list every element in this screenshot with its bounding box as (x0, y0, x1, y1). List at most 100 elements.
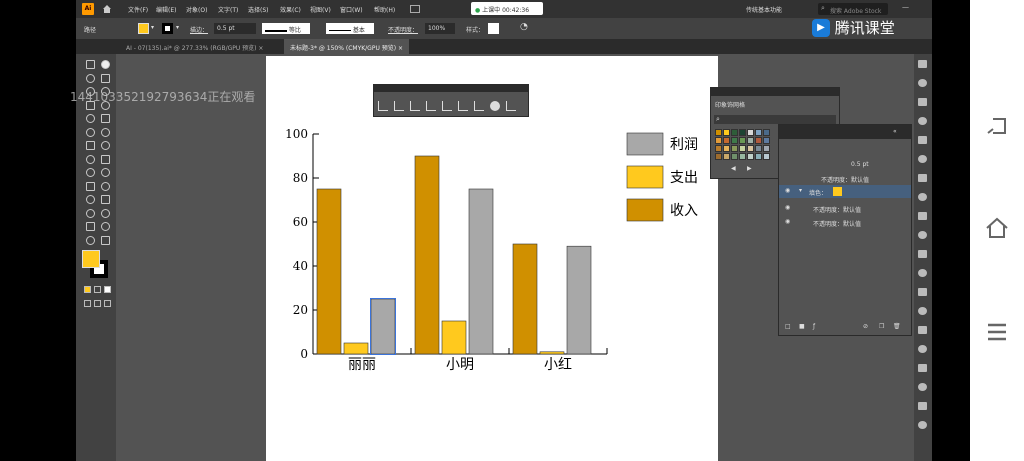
stacked-bar-icon[interactable] (426, 101, 436, 111)
fill-swatch[interactable] (833, 187, 842, 196)
bar-支出-小红[interactable] (539, 351, 565, 355)
recolor-icon[interactable]: ◔ (520, 22, 528, 32)
eraser-icon[interactable] (101, 127, 110, 137)
layout-icon[interactable] (410, 5, 420, 13)
dock-panel-icon[interactable] (918, 79, 927, 87)
bar-利润-小明[interactable] (468, 188, 494, 355)
pie-graph-icon[interactable] (490, 101, 500, 111)
tab-document-1[interactable]: AI - 07(135).ai* @ 277.33% (RGB/GPU 预览) … (120, 39, 269, 54)
color-swatch[interactable] (739, 145, 746, 152)
opacity-field[interactable]: 100% (425, 23, 455, 34)
visibility-eye-icon[interactable]: ◉ (785, 187, 790, 194)
add-effect-icon[interactable]: ƒ (813, 323, 815, 330)
rotate-tool-icon[interactable] (86, 141, 95, 150)
color-swatch[interactable] (723, 153, 730, 160)
rectangle-tool-icon[interactable] (86, 114, 95, 123)
stroke-color-swatch[interactable] (162, 23, 173, 34)
dock-panel-icon[interactable] (918, 402, 927, 410)
menu-object[interactable]: 对象(O) (186, 5, 207, 14)
color-swatch[interactable] (763, 153, 770, 160)
panel-header[interactable] (711, 88, 839, 96)
visibility-eye-icon[interactable]: ◉ (785, 218, 790, 225)
dock-panel-icon[interactable] (918, 345, 927, 353)
selection-tool-icon[interactable] (86, 60, 95, 69)
trash-icon[interactable]: 🗑 (893, 323, 901, 330)
more-tools-icon[interactable] (104, 300, 111, 307)
dock-panel-icon[interactable] (918, 212, 927, 220)
bar-支出-小明[interactable] (441, 320, 467, 355)
fill-color-box[interactable] (82, 250, 100, 268)
next-library-icon[interactable]: ▶ (747, 165, 752, 172)
chevron-down-icon[interactable]: ▾ (176, 24, 179, 31)
bar-利润-小红[interactable] (566, 245, 592, 355)
blend-icon[interactable] (101, 195, 110, 204)
clear-appearance-icon[interactable]: ⊘ (863, 323, 868, 330)
color-swatch[interactable] (763, 137, 770, 144)
shaper-icon[interactable] (86, 127, 95, 137)
brush-definition[interactable]: 基本 (326, 23, 374, 34)
stroke-weight-field[interactable]: 0.5 pt (214, 23, 256, 34)
color-swatch[interactable] (715, 153, 722, 160)
dock-panel-icon[interactable] (918, 307, 927, 315)
bar-graph-icon[interactable] (410, 101, 420, 111)
prev-library-icon[interactable]: ◀ (731, 165, 736, 172)
tab-document-2[interactable]: 未标题-3* @ 150% (CMYK/GPU 预览) × (284, 39, 410, 54)
artboard-tool-icon[interactable] (86, 222, 95, 231)
home-icon[interactable] (102, 4, 112, 14)
width-tool-icon[interactable] (86, 154, 95, 164)
color-swatch[interactable] (715, 137, 722, 144)
dock-panel-icon[interactable] (918, 98, 927, 106)
color-swatch[interactable] (731, 145, 738, 152)
lasso-icon[interactable] (101, 73, 110, 83)
color-swatch[interactable] (747, 129, 754, 136)
swatch-search-field[interactable]: ⌕ (714, 115, 836, 124)
symbol-sprayer-icon[interactable] (86, 208, 95, 218)
zoom-tool-icon[interactable] (101, 235, 110, 245)
dock-panel-icon[interactable] (918, 117, 927, 125)
magic-wand-icon[interactable] (86, 73, 95, 83)
column-graph-icon[interactable] (378, 101, 388, 111)
panel-header[interactable]: « (779, 125, 911, 139)
dock-panel-icon[interactable] (918, 136, 927, 144)
color-swatch[interactable] (755, 145, 762, 152)
color-swatch[interactable] (739, 137, 746, 144)
menu-effect[interactable]: 效果(C) (280, 5, 301, 14)
none-mode-icon[interactable] (104, 286, 111, 293)
dock-panel-icon[interactable] (918, 269, 927, 277)
free-transform-icon[interactable] (101, 154, 110, 164)
menu-select[interactable]: 选择(S) (248, 5, 269, 14)
color-swatch[interactable] (731, 137, 738, 144)
variable-width-profile[interactable]: 等比 (262, 23, 310, 34)
draw-normal-icon[interactable] (84, 300, 91, 307)
dock-panel-icon[interactable] (918, 288, 927, 296)
fill-row[interactable]: ◉ ▾ 填色： (779, 185, 911, 198)
eyedropper-icon[interactable] (86, 195, 95, 204)
search-field[interactable]: ⌕ 搜索 Adobe Stock (818, 3, 888, 15)
mesh-icon[interactable] (86, 181, 95, 191)
direct-selection-tool-icon[interactable] (101, 60, 110, 69)
menu-type[interactable]: 文字(T) (218, 5, 238, 14)
radar-graph-icon[interactable] (506, 101, 516, 111)
color-swatch[interactable] (723, 129, 730, 136)
panel-header[interactable] (374, 85, 528, 92)
bar-支出-丽丽[interactable] (343, 342, 369, 355)
dock-panel-icon[interactable] (918, 326, 927, 334)
column-graph-icon[interactable] (101, 208, 110, 218)
scale-tool-icon[interactable] (101, 141, 110, 150)
stacked-column-icon[interactable] (394, 101, 404, 111)
new-stroke-icon[interactable]: □ (785, 323, 791, 330)
color-swatch[interactable] (723, 137, 730, 144)
color-swatch[interactable] (731, 129, 738, 136)
duplicate-item-icon[interactable]: ❐ (879, 323, 884, 330)
slice-icon[interactable] (101, 222, 110, 231)
color-swatch[interactable] (747, 145, 754, 152)
dock-panel-icon[interactable] (918, 231, 927, 239)
bar-收入-丽丽[interactable] (316, 188, 342, 355)
area-graph-icon[interactable] (458, 101, 468, 111)
color-swatch[interactable] (731, 153, 738, 160)
close-icon[interactable]: « (893, 128, 897, 135)
color-mode-icon[interactable] (84, 286, 91, 293)
color-swatch[interactable] (763, 129, 770, 136)
color-swatch[interactable] (715, 129, 722, 136)
back-icon[interactable] (985, 114, 1009, 138)
